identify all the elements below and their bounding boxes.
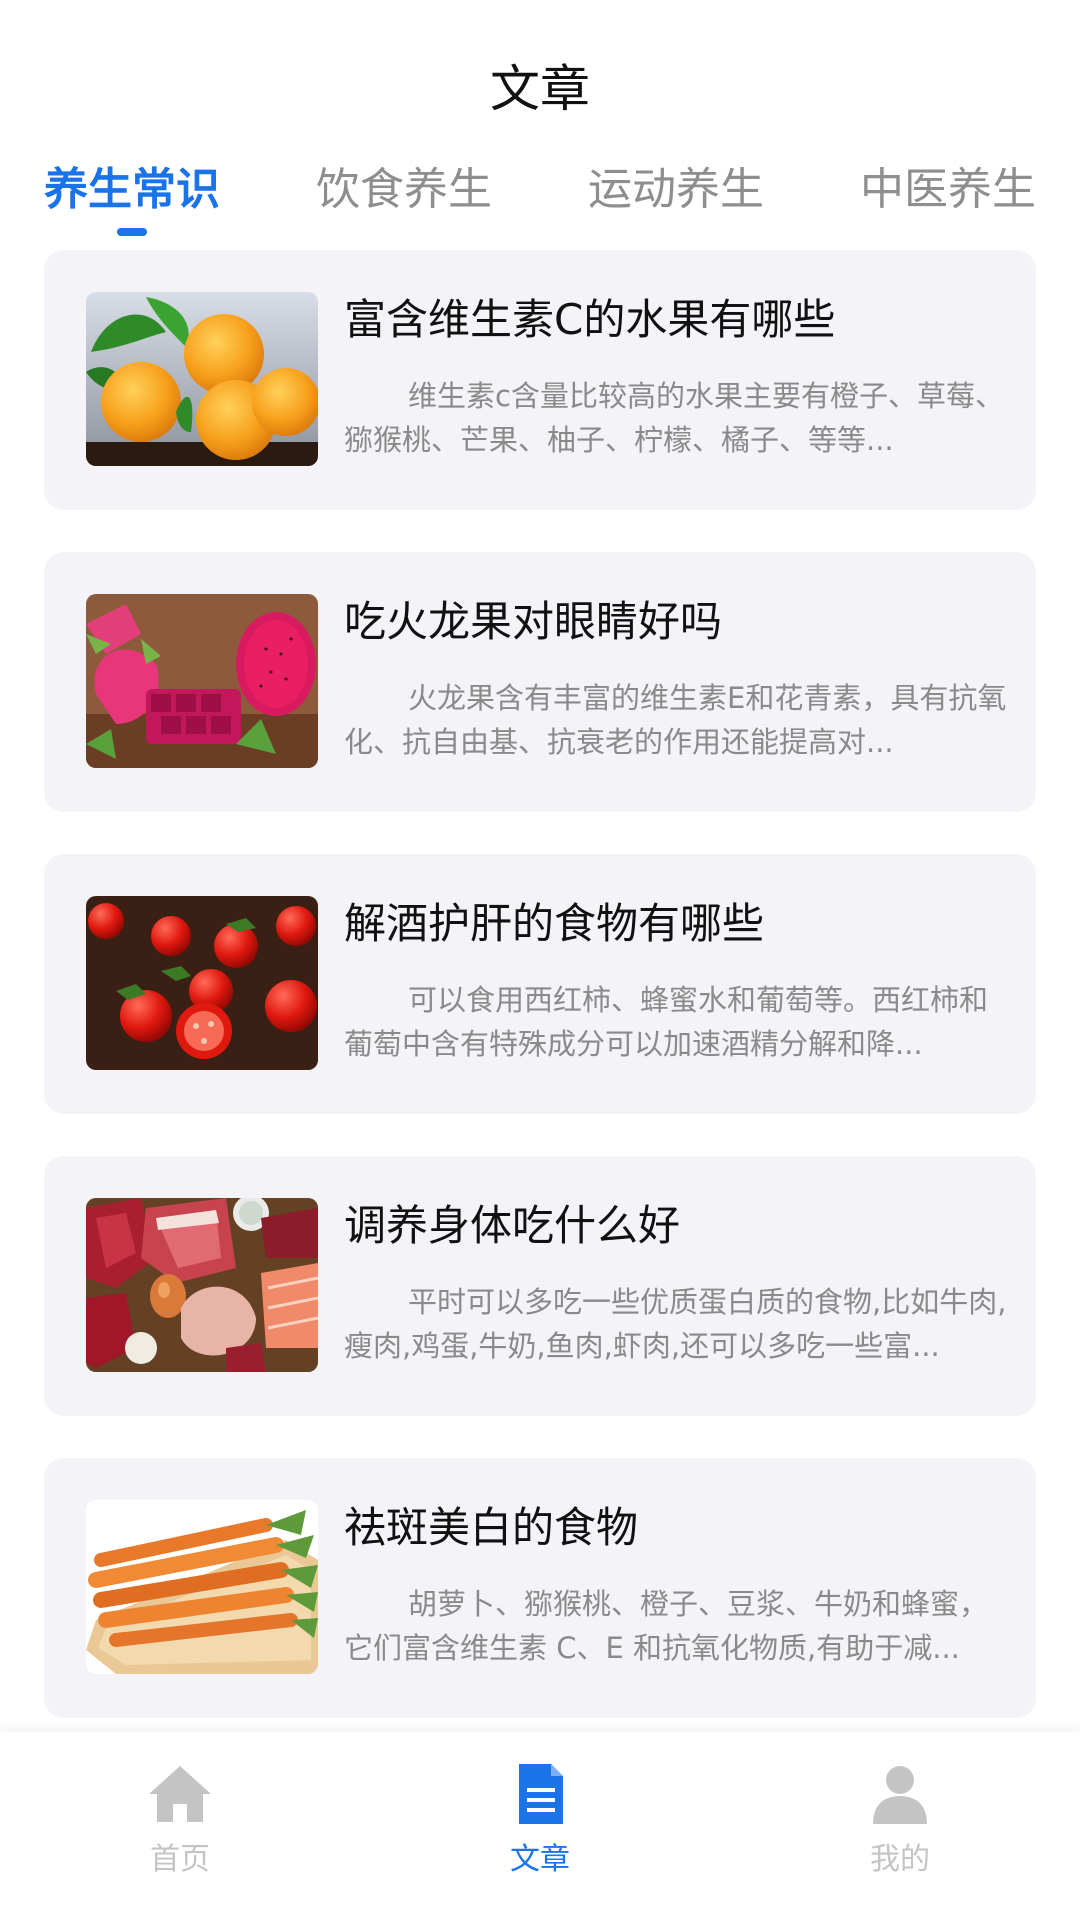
article-title: 解酒护肝的食物有哪些 xyxy=(344,899,765,948)
article-card[interactable]: 祛斑美白的食物 胡萝卜、猕猴桃、橙子、豆浆、牛奶和蜂蜜，它们富含维生素 C、E … xyxy=(44,1458,1036,1718)
nav-profile[interactable]: 我的 xyxy=(750,1732,1050,1920)
user-icon xyxy=(873,1766,927,1824)
article-thumbnail-carrots xyxy=(86,1500,318,1674)
tab-exercise-health[interactable]: 运动养生 xyxy=(588,150,764,240)
article-title: 吃火龙果对眼睛好吗 xyxy=(344,597,723,646)
article-summary: 胡萝卜、猕猴桃、橙子、豆浆、牛奶和蜂蜜，它们富含维生素 C、E 和抗氧化物质,有… xyxy=(344,1587,989,1665)
bottom-navigation: 首页 文章 我的 xyxy=(0,1732,1080,1920)
article-thumbnail-dragon-fruit xyxy=(86,594,318,768)
tab-tcm-health[interactable]: 中医养生 xyxy=(860,150,1036,240)
article-summary: 维生素c含量比较高的水果主要有橙子、草莓、猕猴桃、芒果、柚子、柠檬、橘子、等等.… xyxy=(344,379,1004,457)
document-icon xyxy=(519,1764,563,1824)
top-bar: 文章 xyxy=(0,0,1080,150)
article-card[interactable]: 解酒护肝的食物有哪些 可以食用西红柿、蜂蜜水和葡萄等。西红柿和葡萄中含有特殊成分… xyxy=(44,854,1036,1114)
article-thumbnail-tomatoes xyxy=(86,896,318,1070)
tab-label: 养生常识 xyxy=(44,164,220,215)
article-thumbnail-meats xyxy=(86,1198,318,1372)
nav-label: 我的 xyxy=(870,1842,930,1877)
article-title: 富含维生素C的水果有哪些 xyxy=(344,295,836,344)
tab-label: 中医养生 xyxy=(860,164,1036,215)
article-list: 富含维生素C的水果有哪些 维生素c含量比较高的水果主要有橙子、草莓、猕猴桃、芒果… xyxy=(44,250,1036,1760)
category-tabs: 养生常识 饮食养生 运动养生 中医养生 xyxy=(0,150,1080,240)
article-thumbnail-oranges xyxy=(86,292,318,466)
tab-diet-health[interactable]: 饮食养生 xyxy=(316,150,492,240)
tab-label: 运动养生 xyxy=(588,164,764,215)
nav-label: 文章 xyxy=(510,1842,570,1877)
page-title: 文章 xyxy=(490,60,590,118)
article-summary: 可以食用西红柿、蜂蜜水和葡萄等。西红柿和葡萄中含有特殊成分可以加速酒精分解和降.… xyxy=(344,983,989,1061)
article-summary: 火龙果含有丰富的维生素E和花青素，具有抗氧化、抗自由基、抗衰老的作用还能提高对.… xyxy=(344,681,1007,759)
article-card[interactable]: 富含维生素C的水果有哪些 维生素c含量比较高的水果主要有橙子、草莓、猕猴桃、芒果… xyxy=(44,250,1036,510)
article-title: 调养身体吃什么好 xyxy=(344,1201,681,1250)
home-icon xyxy=(149,1766,211,1822)
tab-label: 饮食养生 xyxy=(316,164,492,215)
tab-health-knowledge[interactable]: 养生常识 xyxy=(44,150,220,240)
nav-home[interactable]: 首页 xyxy=(30,1732,330,1920)
article-card[interactable]: 吃火龙果对眼睛好吗 火龙果含有丰富的维生素E和花青素，具有抗氧化、抗自由基、抗衰… xyxy=(44,552,1036,812)
nav-label: 首页 xyxy=(150,1842,210,1877)
article-summary: 平时可以多吃一些优质蛋白质的食物,比如牛肉,瘦肉,鸡蛋,牛奶,鱼肉,虾肉,还可以… xyxy=(344,1285,1007,1363)
article-title: 祛斑美白的食物 xyxy=(344,1503,639,1552)
nav-articles[interactable]: 文章 xyxy=(390,1732,690,1920)
article-card[interactable]: 调养身体吃什么好 平时可以多吃一些优质蛋白质的食物,比如牛肉,瘦肉,鸡蛋,牛奶,… xyxy=(44,1156,1036,1416)
active-tab-indicator xyxy=(117,228,147,236)
